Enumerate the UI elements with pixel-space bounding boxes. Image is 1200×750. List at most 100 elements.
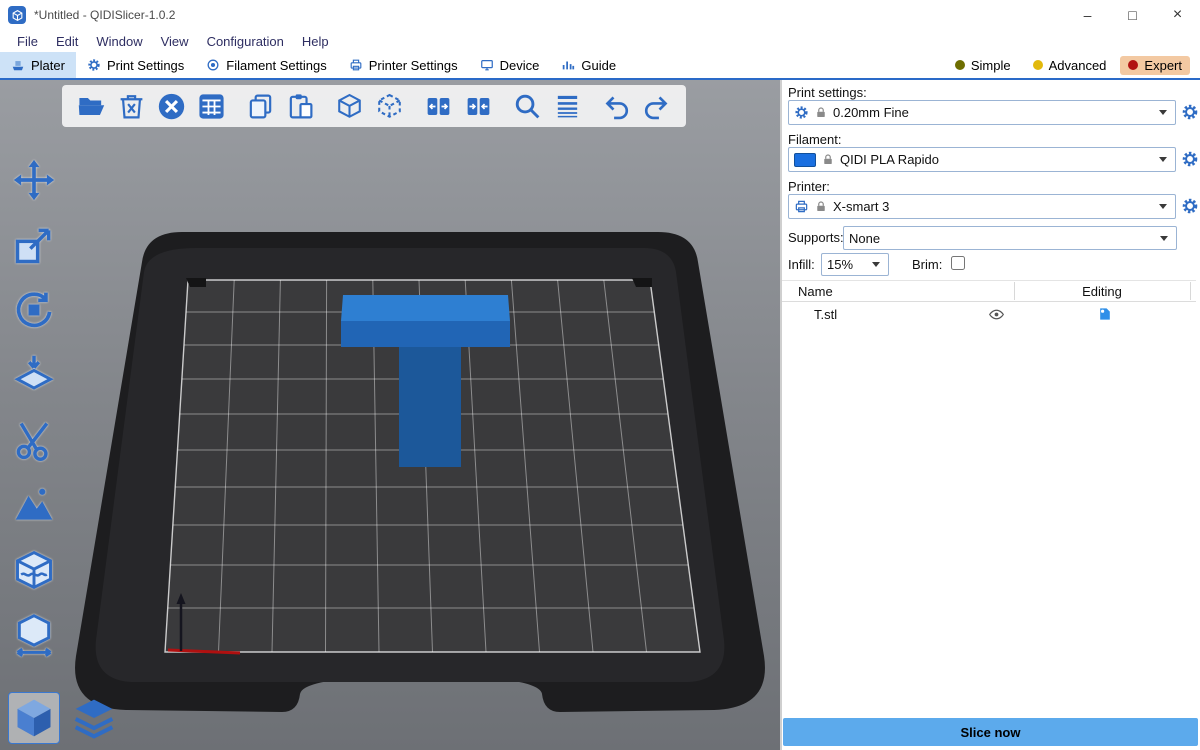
menu-bar: File Edit Window View Configuration Help — [0, 30, 1200, 52]
tab-label: Print Settings — [107, 58, 184, 73]
filament-swatch — [794, 153, 816, 167]
mode-label: Expert — [1144, 58, 1182, 73]
right-panel: Print settings: 0.20mm Fine Filament: QI… — [782, 80, 1200, 750]
mode-selector: Simple Advanced Expert — [947, 52, 1200, 78]
window-title: *Untitled - QIDISlicer-1.0.2 — [34, 8, 175, 22]
mode-label: Simple — [971, 58, 1011, 73]
object-row[interactable]: T.stl — [782, 302, 1196, 327]
mode-advanced[interactable]: Advanced — [1025, 56, 1115, 75]
supports-value: None — [849, 231, 880, 246]
paste-button[interactable] — [285, 91, 316, 122]
minimize-button[interactable]: – — [1065, 0, 1110, 30]
tab-label: Guide — [581, 58, 616, 73]
close-button[interactable]: × — [1155, 0, 1200, 30]
tab-label: Filament Settings — [226, 58, 326, 73]
split-to-parts-button[interactable] — [463, 91, 494, 122]
simple-mode-dot-icon — [955, 60, 965, 70]
mode-simple[interactable]: Simple — [947, 56, 1019, 75]
search-button[interactable] — [512, 91, 543, 122]
arrange-button[interactable] — [196, 91, 227, 122]
maximize-button[interactable]: □ — [1110, 0, 1155, 30]
cut-button[interactable] — [10, 416, 58, 464]
filament-combo[interactable]: QIDI PLA Rapido — [788, 147, 1176, 172]
menu-edit[interactable]: Edit — [47, 34, 87, 49]
tab-guide[interactable]: Guide — [550, 52, 627, 78]
preview-layers-button[interactable] — [68, 692, 120, 744]
chevron-down-icon — [1159, 110, 1167, 115]
variable-layer-height-button[interactable] — [552, 91, 583, 122]
name-column-header[interactable]: Name — [798, 284, 833, 299]
remove-instance-button[interactable] — [374, 91, 405, 122]
add-instance-button[interactable] — [334, 91, 365, 122]
tab-plater[interactable]: Plater — [0, 52, 76, 78]
view-toggle — [8, 692, 120, 744]
menu-window[interactable]: Window — [87, 34, 151, 49]
editor-3d-button[interactable] — [8, 692, 60, 744]
printer-combo[interactable]: X-smart 3 — [788, 194, 1176, 219]
chevron-down-icon — [1160, 236, 1168, 241]
editing-icon[interactable] — [1097, 306, 1113, 325]
printer-gear-button[interactable] — [1181, 197, 1199, 215]
slice-now-button[interactable]: Slice now — [783, 718, 1198, 746]
supports-label: Supports: — [788, 230, 844, 245]
device-icon — [480, 58, 494, 72]
editing-column-header[interactable]: Editing — [1014, 284, 1190, 299]
copy-button[interactable] — [245, 91, 276, 122]
tab-device[interactable]: Device — [469, 52, 551, 78]
app-logo-icon — [8, 6, 26, 24]
printer-value: X-smart 3 — [833, 199, 889, 214]
split-to-objects-button[interactable] — [423, 91, 454, 122]
print-settings-label: Print settings: — [788, 85, 867, 100]
move-button[interactable] — [10, 156, 58, 204]
tab-filament-settings[interactable]: Filament Settings — [195, 52, 337, 78]
mode-label: Advanced — [1049, 58, 1107, 73]
menu-view[interactable]: View — [152, 34, 198, 49]
visibility-eye-icon[interactable] — [988, 306, 1005, 326]
delete-button[interactable] — [116, 91, 147, 122]
brim-checkbox[interactable] — [951, 256, 965, 270]
menu-file[interactable]: File — [8, 34, 47, 49]
supports-combo[interactable]: None — [843, 226, 1177, 250]
mode-expert[interactable]: Expert — [1120, 56, 1190, 75]
print-settings-combo[interactable]: 0.20mm Fine — [788, 100, 1176, 125]
lock-icon — [822, 153, 834, 166]
column-divider — [1014, 282, 1015, 300]
brim-label: Brim: — [912, 257, 942, 272]
tab-print-settings[interactable]: Print Settings — [76, 52, 195, 78]
paint-supports-button[interactable] — [10, 481, 58, 529]
printer-settings-icon — [349, 58, 363, 72]
expert-mode-dot-icon — [1128, 60, 1138, 70]
plater-icon — [11, 58, 25, 72]
infill-value: 15% — [827, 257, 853, 272]
tab-printer-settings[interactable]: Printer Settings — [338, 52, 469, 78]
delete-all-button[interactable] — [156, 91, 187, 122]
scene-canvas — [0, 80, 780, 750]
scale-button[interactable] — [10, 221, 58, 269]
guide-icon — [561, 58, 575, 72]
menu-configuration[interactable]: Configuration — [198, 34, 293, 49]
seam-painting-button[interactable] — [10, 546, 58, 594]
chevron-down-icon — [872, 262, 880, 267]
column-divider — [1190, 282, 1191, 300]
print-settings-gear-button[interactable] — [1181, 103, 1199, 121]
lock-icon — [815, 200, 827, 213]
filament-value: QIDI PLA Rapido — [840, 152, 939, 167]
undo-button[interactable] — [601, 91, 632, 122]
open-folder-button[interactable] — [76, 91, 107, 122]
viewport-3d[interactable] — [0, 80, 780, 750]
menu-help[interactable]: Help — [293, 34, 338, 49]
print-settings-value: 0.20mm Fine — [833, 105, 909, 120]
tab-label: Printer Settings — [369, 58, 458, 73]
rotate-button[interactable] — [10, 286, 58, 334]
infill-label: Infill: — [788, 257, 815, 272]
filament-label: Filament: — [788, 132, 841, 147]
top-toolbar — [62, 85, 686, 127]
place-on-face-button[interactable] — [10, 351, 58, 399]
redo-button[interactable] — [641, 91, 672, 122]
object-list-header: Name Editing — [782, 280, 1196, 302]
lock-icon — [815, 106, 827, 119]
measure-button[interactable] — [10, 611, 58, 659]
filament-gear-button[interactable] — [1181, 150, 1199, 168]
filament-settings-icon — [206, 58, 220, 72]
infill-combo[interactable]: 15% — [821, 253, 889, 276]
